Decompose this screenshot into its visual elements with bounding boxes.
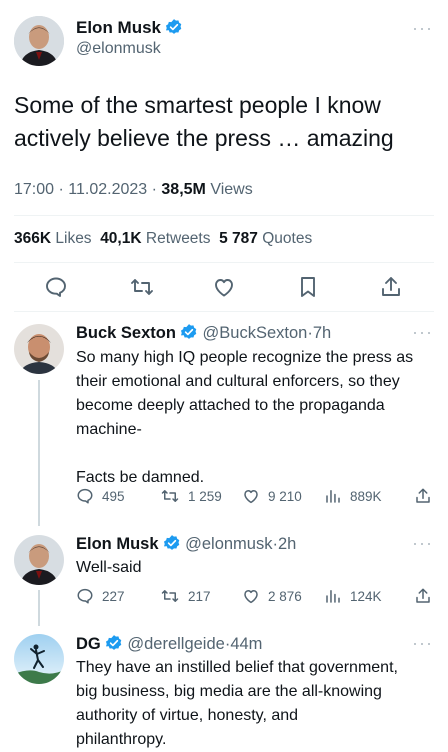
divider: [14, 215, 434, 216]
views-count: 889K: [350, 488, 382, 504]
views-button[interactable]: 889K: [324, 487, 382, 505]
share-icon[interactable]: [414, 487, 432, 505]
reply-author-handle[interactable]: @BuckSexton: [203, 324, 308, 342]
more-options-icon[interactable]: ···: [412, 18, 433, 39]
reply-header: Buck Sexton @BuckSexton·7h: [76, 323, 331, 343]
reply-icon[interactable]: [44, 275, 68, 299]
like-button[interactable]: 2 876: [242, 587, 302, 605]
tweet-text-line: actively believe the press … amazing: [14, 125, 394, 151]
avatar[interactable]: [14, 16, 64, 66]
reply-count: 495: [102, 488, 125, 504]
reply-author-name[interactable]: DG: [76, 635, 101, 653]
author-name[interactable]: Elon Musk: [76, 18, 161, 37]
divider: [14, 311, 434, 312]
tweet-text-line: Some of the smartest people I know: [14, 92, 381, 118]
more-options-icon[interactable]: ···: [412, 533, 433, 554]
reply-age[interactable]: 44m: [230, 635, 262, 653]
reply-header: DG @derellgeide·44m: [76, 634, 262, 654]
retweet-button[interactable]: 217: [160, 587, 211, 605]
more-options-icon[interactable]: ···: [412, 322, 433, 343]
thread-line: [38, 590, 40, 626]
reply-text-line: become deeply attached to the propaganda: [76, 397, 385, 414]
reply-author-name[interactable]: Buck Sexton: [76, 324, 176, 342]
reply-text-line: philanthropy.: [76, 731, 167, 748]
avatar[interactable]: [14, 324, 64, 374]
reply-count: 227: [102, 588, 125, 604]
reply-actions: 227 217 2 876 124K: [76, 587, 436, 607]
reply-text-line: Well-said: [76, 559, 142, 576]
retweet-count: 1 259: [188, 488, 222, 504]
retweet-count: 217: [188, 588, 211, 604]
share-icon[interactable]: [379, 275, 403, 299]
like-icon[interactable]: [212, 275, 236, 299]
author-handle[interactable]: @elonmusk: [76, 40, 161, 58]
retweet-button[interactable]: 1 259: [160, 487, 222, 505]
share-icon[interactable]: [414, 587, 432, 605]
reply-text-line: authority of virtue, honesty, and: [76, 707, 299, 724]
verified-badge-icon: [165, 18, 183, 36]
reply-text-line: So many high IQ people recognize the pre…: [76, 349, 414, 366]
bookmark-icon[interactable]: [297, 275, 319, 299]
separator: ·: [58, 181, 64, 198]
like-count: 2 876: [268, 588, 302, 604]
reply-author-name[interactable]: Elon Musk: [76, 535, 159, 553]
tweet-meta: 17:00 · 11.02.2023 · 38,5M Views: [14, 181, 253, 199]
reply-author-handle[interactable]: @elonmusk: [185, 535, 272, 553]
tweet-time[interactable]: 17:00: [14, 181, 54, 198]
more-options-icon[interactable]: ···: [412, 633, 433, 654]
reply-header: Elon Musk @elonmusk·2h: [76, 534, 296, 554]
quotes-stat[interactable]: 5 787 Quotes: [219, 230, 312, 247]
thread-line: [38, 380, 40, 526]
views-count: 38,5M: [161, 181, 206, 198]
avatar[interactable]: [14, 535, 64, 585]
reply-actions: 495 1 259 9 210 889K: [76, 487, 436, 507]
reply-text-line: big business, big media are the all-know…: [76, 683, 382, 700]
retweets-count: 40,1K: [100, 230, 142, 247]
reply-text: So many high IQ people recognize the pre…: [76, 346, 436, 490]
retweets-stat[interactable]: 40,1K Retweets: [100, 230, 210, 247]
quotes-count: 5 787: [219, 230, 258, 247]
reply-text: Well-said: [76, 556, 142, 580]
views-label: Views: [210, 181, 253, 198]
reply-author-handle[interactable]: @derellgeide: [127, 635, 224, 653]
tweet-date[interactable]: 11.02.2023: [68, 181, 147, 198]
retweet-icon[interactable]: [129, 275, 155, 299]
reply-button[interactable]: 495: [76, 487, 125, 505]
reply-text-line: their emotional and cultural enforcers, …: [76, 373, 400, 390]
reply-text: They have an instilled belief that gover…: [76, 656, 441, 752]
like-button[interactable]: 9 210: [242, 487, 302, 505]
tweet-text: Some of the smartest people I know activ…: [14, 89, 394, 155]
verified-badge-icon: [180, 323, 198, 341]
verified-badge-icon: [105, 634, 123, 652]
engagement-stats: 366K Likes 40,1K Retweets 5 787 Quotes: [14, 230, 312, 248]
reply-age[interactable]: 7h: [313, 324, 331, 342]
like-count: 9 210: [268, 488, 302, 504]
reply-button[interactable]: 227: [76, 587, 125, 605]
reply-age[interactable]: 2h: [278, 535, 296, 553]
quotes-label: Quotes: [262, 230, 313, 247]
avatar[interactable]: [14, 634, 64, 684]
likes-stat[interactable]: 366K Likes: [14, 230, 92, 247]
reply-text-line: [76, 442, 436, 466]
views-button[interactable]: 124K: [324, 587, 382, 605]
retweets-label: Retweets: [145, 230, 211, 247]
reply-text-line: machine-: [76, 421, 142, 438]
divider: [14, 262, 434, 263]
separator: ·: [151, 181, 157, 198]
verified-badge-icon: [163, 534, 181, 552]
likes-label: Likes: [55, 230, 92, 247]
views-count: 124K: [350, 588, 382, 604]
likes-count: 366K: [14, 230, 52, 247]
reply-text-line: They have an instilled belief that gover…: [76, 659, 398, 676]
